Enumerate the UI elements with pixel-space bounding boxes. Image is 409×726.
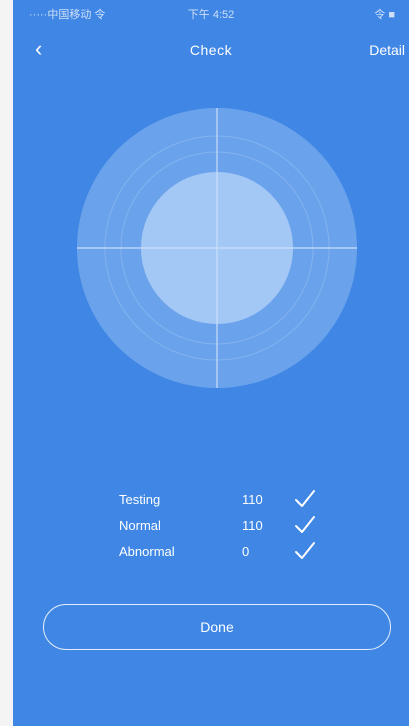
check-icon bbox=[295, 542, 315, 559]
result-count: 110 bbox=[242, 518, 263, 533]
status-time: 下午 4:52 bbox=[187, 9, 235, 21]
result-row-testing: Testing 110 bbox=[13, 488, 409, 514]
navigation-bar: ‹ Check Detail bbox=[13, 36, 409, 66]
result-row-normal: Normal 110 bbox=[13, 514, 409, 540]
result-row-abnormal: Abnormal 0 bbox=[13, 540, 409, 566]
radar-scan-graphic bbox=[77, 108, 357, 388]
status-bar: ·····中国移动 令 下午 4:52 令 ■ bbox=[13, 0, 409, 30]
detail-button[interactable]: Detail bbox=[369, 42, 405, 58]
check-screen: ·····中国移动 令 下午 4:52 令 ■ ‹ Check Detail T… bbox=[13, 0, 409, 726]
result-label: Abnormal bbox=[119, 544, 175, 559]
check-icon bbox=[295, 490, 315, 507]
battery-indicator: 令 ■ bbox=[374, 9, 395, 21]
page-title: Check bbox=[189, 42, 233, 58]
result-label: Testing bbox=[119, 492, 161, 507]
result-count: 0 bbox=[242, 544, 250, 559]
result-count: 110 bbox=[242, 492, 263, 507]
done-button[interactable]: Done bbox=[43, 604, 391, 650]
check-icon bbox=[295, 516, 315, 533]
result-label: Normal bbox=[119, 518, 161, 533]
